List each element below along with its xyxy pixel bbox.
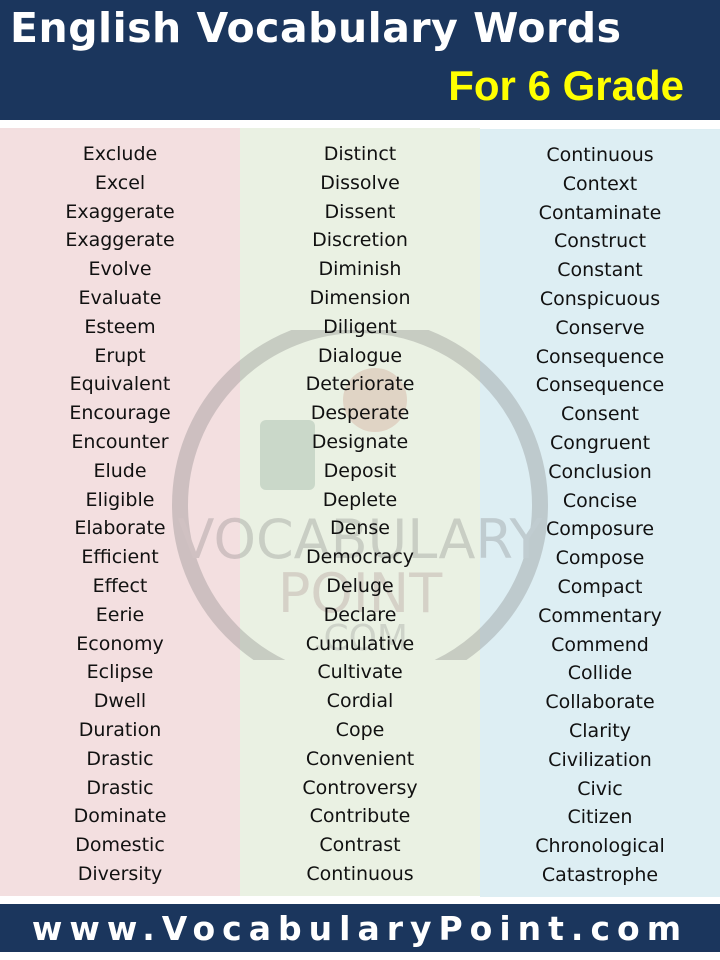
vocabulary-word: Exaggerate	[65, 200, 175, 223]
vocabulary-word: Compact	[557, 575, 643, 598]
vocabulary-word: Dimension	[309, 286, 411, 309]
vocabulary-word: Clarity	[569, 719, 631, 742]
vocabulary-word: Exaggerate	[65, 229, 175, 252]
vocabulary-word: Erupt	[94, 344, 146, 367]
vocabulary-word: Cordial	[326, 690, 394, 713]
vocabulary-word: Deteriorate	[305, 373, 415, 396]
vocabulary-word: Chronological	[535, 835, 665, 858]
vocabulary-word: Drastic	[86, 776, 154, 799]
vocabulary-word: Conclusion	[548, 460, 652, 483]
vocabulary-word: Contribute	[309, 805, 411, 828]
word-column-3: Continuous Context Contaminate Construct Con…	[480, 129, 720, 897]
header-banner: English Vocabulary Words For 6 Grade	[0, 0, 720, 120]
page-title: English Vocabulary Words	[10, 4, 622, 52]
vocabulary-word: Collide	[567, 662, 633, 685]
vocabulary-word: Deposit	[323, 459, 397, 482]
vocabulary-word: Domestic	[75, 834, 165, 857]
vocabulary-word: Cumulative	[305, 632, 415, 655]
vocabulary-word: Efficient	[81, 546, 159, 569]
vocabulary-word: Elaborate	[74, 517, 166, 540]
website-link[interactable]: www.VocabularyPoint.com	[32, 909, 688, 948]
word-columns: Exclude Excel Exaggerate Exaggerate Evolve Ev…	[0, 128, 720, 897]
vocabulary-word: Elude	[93, 459, 147, 482]
vocabulary-word: Cope	[335, 718, 385, 741]
vocabulary-word: Deluge	[326, 574, 394, 597]
vocabulary-word: Declare	[323, 603, 397, 626]
vocabulary-word: Contrast	[319, 834, 401, 857]
vocabulary-word: Eclipse	[86, 661, 154, 684]
word-column-1: Exclude Excel Exaggerate Exaggerate Evolve Ev…	[0, 128, 240, 896]
vocabulary-word: Esteem	[84, 315, 156, 338]
footer-banner: www.VocabularyPoint.com	[0, 904, 720, 952]
vocabulary-word: Citizen	[567, 806, 633, 829]
vocabulary-word: Equivalent	[69, 373, 171, 396]
vocabulary-word: Commentary	[538, 604, 662, 627]
vocabulary-word: Conspicuous	[539, 287, 661, 310]
vocabulary-word: Dissent	[324, 200, 396, 223]
page-subtitle: For 6 Grade	[448, 62, 684, 109]
vocabulary-word: Designate	[311, 430, 409, 453]
vocabulary-word: Consent	[560, 403, 639, 426]
vocabulary-word: Commend	[551, 633, 649, 656]
vocabulary-word: Catastrophe	[541, 863, 659, 886]
vocabulary-word: Democracy	[305, 546, 415, 569]
vocabulary-word: Compose	[555, 547, 645, 570]
vocabulary-word: Evolve	[88, 258, 152, 281]
vocabulary-word: Civilization	[548, 748, 652, 771]
vocabulary-word: Congruent	[549, 431, 651, 454]
vocabulary-word: Distinct	[323, 143, 397, 165]
vocabulary-word: Encounter	[71, 430, 169, 453]
vocabulary-word: Convenient	[305, 747, 415, 770]
vocabulary-word: Cultivate	[317, 661, 403, 684]
vocabulary-word: Dense	[330, 517, 390, 540]
vocabulary-word: Economy	[76, 632, 164, 655]
vocabulary-word: Dominate	[73, 805, 167, 828]
vocabulary-word: Eerie	[95, 603, 145, 626]
vocabulary-word: Duration	[78, 718, 162, 741]
vocabulary-word: Contaminate	[538, 201, 662, 224]
vocabulary-word: Continuous	[306, 862, 414, 885]
vocabulary-word: Context	[562, 172, 638, 195]
vocabulary-word: Construct	[553, 230, 647, 253]
vocabulary-word: Exclude	[82, 143, 158, 165]
vocabulary-word: Conserve	[555, 316, 645, 339]
vocabulary-word: Desperate	[310, 402, 410, 425]
vocabulary-word: Collaborate	[545, 691, 655, 714]
vocabulary-word: Dialogue	[317, 344, 403, 367]
vocabulary-word: Composure	[545, 518, 655, 541]
vocabulary-word: Deplete	[322, 488, 398, 511]
vocabulary-word: Constant	[557, 259, 643, 282]
vocabulary-word: Eligible	[85, 488, 155, 511]
vocabulary-word: Diversity	[77, 862, 163, 885]
vocabulary-word: Effect	[92, 574, 148, 597]
vocabulary-word: Diligent	[323, 315, 397, 338]
vocabulary-word: Civic	[577, 777, 623, 800]
vocabulary-word: Diminish	[318, 258, 402, 281]
vocabulary-word: Continuous	[546, 144, 654, 166]
vocabulary-word: Encourage	[69, 402, 171, 425]
vocabulary-word: Consequence	[535, 374, 665, 397]
vocabulary-word: Evaluate	[78, 286, 162, 309]
vocabulary-word: Controversy	[302, 776, 418, 799]
word-column-2: Distinct Dissolve Dissent Discretion Diminis…	[240, 128, 480, 896]
vocabulary-word: Concise	[562, 489, 638, 512]
vocabulary-word: Discretion	[312, 229, 408, 252]
vocabulary-word: Dissolve	[320, 171, 400, 194]
vocabulary-word: Excel	[94, 171, 146, 194]
vocabulary-word: Drastic	[86, 747, 154, 770]
vocabulary-word: Consequence	[535, 345, 665, 368]
vocabulary-word: Dwell	[93, 690, 147, 713]
